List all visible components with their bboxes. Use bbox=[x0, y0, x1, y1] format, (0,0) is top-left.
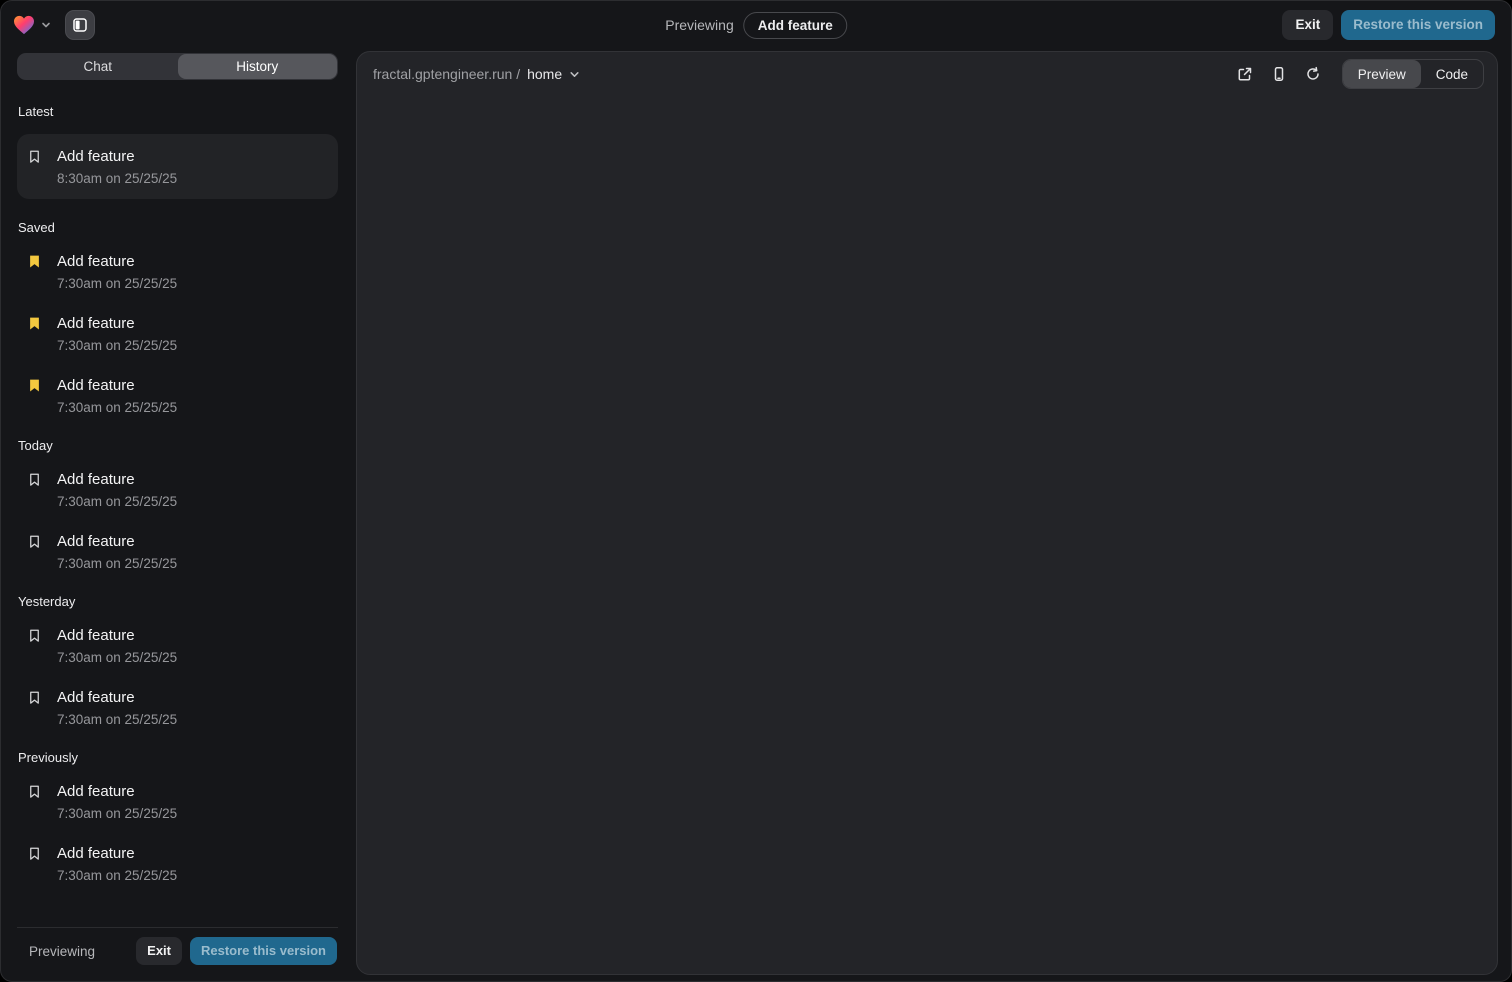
bookmark-outline-icon bbox=[27, 690, 42, 705]
history-item-title: Add feature bbox=[57, 626, 177, 646]
history-item-time: 7:30am on 25/25/25 bbox=[57, 868, 177, 883]
history-item-time: 7:30am on 25/25/25 bbox=[57, 650, 177, 665]
lovable-heart-icon[interactable] bbox=[13, 15, 35, 35]
restore-version-button[interactable]: Restore this version bbox=[190, 937, 337, 965]
history-list: Latest Add feature 8:30am on 25/25/25 Saved… bbox=[17, 86, 338, 927]
history-item-text: Add feature 7:30am on 25/25/25 bbox=[57, 314, 177, 353]
history-item[interactable]: Add feature 7:30am on 25/25/25 bbox=[17, 530, 338, 573]
bookmark-filled-icon bbox=[27, 316, 42, 331]
bookmark-filled-icon bbox=[27, 378, 42, 393]
history-item[interactable]: Add feature 8:30am on 25/25/25 bbox=[17, 134, 338, 199]
preview-header: fractal.gptengineer.run / home bbox=[357, 52, 1497, 96]
url-page: home bbox=[527, 66, 562, 82]
history-item-time: 8:30am on 25/25/25 bbox=[57, 171, 177, 186]
history-item-time: 7:30am on 25/25/25 bbox=[57, 338, 177, 353]
history-item-time: 7:30am on 25/25/25 bbox=[57, 494, 177, 509]
bookmark-outline-icon bbox=[27, 472, 42, 487]
history-item-title: Add feature bbox=[57, 147, 177, 167]
view-mode-toggle: Preview Code bbox=[1342, 59, 1484, 89]
history-item-title: Add feature bbox=[57, 314, 177, 334]
history-item-title: Add feature bbox=[57, 252, 177, 272]
version-badge[interactable]: Add feature bbox=[744, 12, 847, 39]
bookmark-filled-icon bbox=[27, 254, 42, 269]
bookmark-outline-icon bbox=[27, 149, 42, 164]
topbar-left-group bbox=[13, 1, 95, 49]
history-item[interactable]: Add feature 7:30am on 25/25/25 bbox=[17, 312, 338, 355]
preview-content bbox=[357, 96, 1497, 975]
refresh-icon[interactable] bbox=[1298, 59, 1328, 89]
history-item-text: Add feature 7:30am on 25/25/25 bbox=[57, 688, 177, 727]
history-item[interactable]: Add feature 7:30am on 25/25/25 bbox=[17, 842, 338, 885]
history-item-time: 7:30am on 25/25/25 bbox=[57, 276, 177, 291]
history-section-title: Previously bbox=[18, 750, 337, 765]
tab-history[interactable]: History bbox=[178, 54, 338, 79]
sidebar-toggle-button[interactable] bbox=[65, 10, 95, 40]
history-section-title: Saved bbox=[18, 220, 337, 235]
bookmark-outline-icon bbox=[27, 534, 42, 549]
history-section-title: Yesterday bbox=[18, 594, 337, 609]
history-item-title: Add feature bbox=[57, 470, 177, 490]
history-item-title: Add feature bbox=[57, 532, 177, 552]
tab-code[interactable]: Code bbox=[1421, 60, 1483, 88]
history-section-title: Today bbox=[18, 438, 337, 453]
chevron-down-icon[interactable] bbox=[41, 20, 51, 30]
chevron-down-icon bbox=[569, 69, 580, 80]
topbar-center-group: Previewing Add feature bbox=[665, 1, 847, 49]
app-window: Previewing Add feature Exit Restore this… bbox=[0, 0, 1512, 982]
history-item-text: Add feature 7:30am on 25/25/25 bbox=[57, 376, 177, 415]
history-item-time: 7:30am on 25/25/25 bbox=[57, 400, 177, 415]
mobile-preview-icon[interactable] bbox=[1264, 59, 1294, 89]
open-in-new-tab-icon[interactable] bbox=[1230, 59, 1260, 89]
url-domain: fractal.gptengineer.run / bbox=[373, 66, 520, 82]
history-item[interactable]: Add feature 7:30am on 25/25/25 bbox=[17, 250, 338, 293]
history-item-text: Add feature 7:30am on 25/25/25 bbox=[57, 532, 177, 571]
preview-url-selector[interactable]: fractal.gptengineer.run / home bbox=[373, 66, 580, 82]
sidebar-tabs: Chat History bbox=[17, 53, 338, 80]
history-item-title: Add feature bbox=[57, 688, 177, 708]
preview-actions bbox=[1230, 59, 1328, 89]
tab-preview[interactable]: Preview bbox=[1343, 60, 1421, 88]
previewing-status-label: Previewing bbox=[665, 17, 733, 33]
history-sidebar: Chat History Latest Add feature 8:30am on … bbox=[17, 53, 338, 965]
history-item-text: Add feature 7:30am on 25/25/25 bbox=[57, 782, 177, 821]
history-item[interactable]: Add feature 7:30am on 25/25/25 bbox=[17, 468, 338, 511]
bookmark-outline-icon bbox=[27, 784, 42, 799]
footer-buttons: Exit Restore this version bbox=[136, 937, 337, 965]
history-item-time: 7:30am on 25/25/25 bbox=[57, 806, 177, 821]
history-item-title: Add feature bbox=[57, 376, 177, 396]
history-section-title: Latest bbox=[18, 104, 337, 119]
history-item-text: Add feature 7:30am on 25/25/25 bbox=[57, 252, 177, 291]
top-bar: Previewing Add feature Exit Restore this… bbox=[1, 1, 1511, 49]
history-item-text: Add feature 7:30am on 25/25/25 bbox=[57, 626, 177, 665]
history-item[interactable]: Add feature 7:30am on 25/25/25 bbox=[17, 780, 338, 823]
history-item[interactable]: Add feature 7:30am on 25/25/25 bbox=[17, 624, 338, 667]
history-item-title: Add feature bbox=[57, 844, 177, 864]
history-item-text: Add feature 7:30am on 25/25/25 bbox=[57, 844, 177, 883]
restore-version-button[interactable]: Restore this version bbox=[1341, 10, 1495, 40]
sidebar-footer: Previewing Exit Restore this version bbox=[17, 927, 338, 965]
exit-button[interactable]: Exit bbox=[136, 937, 182, 965]
history-item-text: Add feature 7:30am on 25/25/25 bbox=[57, 470, 177, 509]
bookmark-outline-icon bbox=[27, 628, 42, 643]
topbar-right-group: Exit Restore this version bbox=[1282, 1, 1495, 49]
history-item[interactable]: Add feature 7:30am on 25/25/25 bbox=[17, 686, 338, 729]
history-item[interactable]: Add feature 7:30am on 25/25/25 bbox=[17, 374, 338, 417]
exit-button[interactable]: Exit bbox=[1282, 10, 1333, 40]
tab-chat[interactable]: Chat bbox=[18, 54, 178, 79]
preview-panel: fractal.gptengineer.run / home bbox=[356, 51, 1498, 975]
history-item-time: 7:30am on 25/25/25 bbox=[57, 556, 177, 571]
history-item-time: 7:30am on 25/25/25 bbox=[57, 712, 177, 727]
history-item-text: Add feature 8:30am on 25/25/25 bbox=[57, 147, 177, 186]
bookmark-outline-icon bbox=[27, 846, 42, 861]
previewing-status-label: Previewing bbox=[29, 944, 95, 959]
history-item-title: Add feature bbox=[57, 782, 177, 802]
